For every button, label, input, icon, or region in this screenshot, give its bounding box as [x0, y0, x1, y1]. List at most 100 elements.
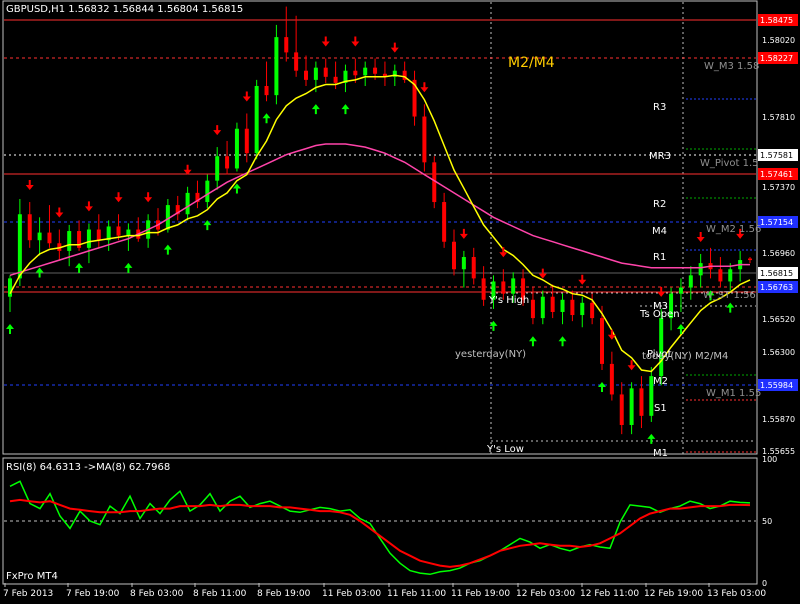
candle-body: [461, 257, 466, 270]
weekly-label-m3: W_M3 1.58: [704, 61, 759, 72]
candle-body: [748, 258, 752, 261]
sell-arrow-icon: [242, 91, 251, 102]
mm-header: M2/M4: [508, 55, 555, 71]
time-tick-label: 11 Feb 03:00: [322, 589, 381, 599]
moving-average-lines: [9, 74, 751, 373]
price-box-label: 1.57461: [760, 170, 793, 179]
price-box-label: 1.58227: [760, 54, 793, 63]
price-box-label: 1.58475: [760, 16, 793, 25]
pivot-lines: [4, 19, 756, 453]
candle-body: [442, 202, 447, 242]
candle-body: [313, 67, 318, 80]
candlestick-series: [8, 6, 752, 435]
candle-body: [254, 85, 259, 154]
price-tick-label: 1.56960: [762, 249, 795, 258]
buy-arrow-icon: [558, 336, 567, 347]
symbol-header: GBPUSD,H1 1.56832 1.56844 1.56804 1.5681…: [6, 4, 243, 15]
time-tick-label: 7 Feb 19:00: [66, 589, 120, 599]
candle-body: [452, 241, 456, 270]
pivot-label-m2: M2: [653, 376, 668, 387]
candle-body: [471, 257, 476, 279]
pivot-label-mr3: MR3: [649, 151, 671, 162]
sell-arrow-icon: [351, 36, 360, 47]
sell-arrow-icon: [114, 192, 123, 203]
weekly-label-st: W_ST 1.56: [703, 290, 756, 301]
candle-body: [353, 70, 358, 76]
candle-body: [333, 76, 338, 83]
candle-body: [580, 302, 585, 316]
price-box-label: 1.55984: [760, 381, 793, 390]
buy-arrow-icon: [528, 336, 537, 347]
sell-arrow-icon: [420, 82, 429, 93]
sell-arrow-icon: [183, 164, 192, 175]
candle-body: [185, 192, 190, 215]
candle-body: [698, 263, 703, 276]
candle-body: [363, 67, 368, 76]
rsi-series: [9, 480, 751, 576]
sell-arrow-icon: [607, 329, 616, 340]
candle-body: [550, 296, 555, 312]
candle-body: [678, 287, 683, 294]
candle-body: [116, 226, 121, 236]
sell-arrow-icon: [578, 274, 587, 285]
pivot-label-s1: S1: [654, 403, 667, 414]
rsi-tick-label: 100: [762, 455, 777, 464]
time-tick-label: 11 Feb 19:00: [451, 589, 510, 599]
candle-body: [688, 275, 693, 288]
sell-arrow-icon: [321, 36, 330, 47]
price-box-label: 1.57581: [760, 151, 793, 160]
weekly-label-m2: W_M2 1.56: [706, 224, 761, 235]
yesterday-ny-label: yesterday(NY): [455, 349, 526, 360]
pivot-label-r1: R1: [653, 252, 666, 263]
broker-label: FxPro MT4: [6, 571, 58, 582]
time-tick-label: 8 Feb 11:00: [193, 589, 247, 599]
weekly-label-pivot: W_Pivot 1.5: [700, 158, 759, 169]
pivot-label-r2: R2: [653, 199, 666, 210]
rsi-tick-label: 0: [762, 579, 767, 588]
candle-body: [27, 214, 32, 241]
price-tick-label: 1.57810: [762, 113, 795, 122]
sell-arrow-icon: [459, 228, 468, 239]
candle-body: [323, 67, 328, 77]
weekly-label-m1: W_M1 1.55: [706, 388, 761, 399]
candle-body: [659, 318, 664, 377]
pivot-label-m4: M4: [652, 226, 667, 237]
candle-body: [225, 156, 230, 169]
candle-body: [619, 394, 624, 425]
rsi-line: [9, 480, 751, 576]
buy-arrow-icon: [262, 113, 271, 124]
price-tick-label: 1.56520: [762, 315, 795, 324]
candle-body: [126, 229, 131, 236]
today-ny-label: today(NY) M2/M4: [642, 351, 728, 362]
price-box-label: 1.57154: [760, 218, 793, 227]
main-chart-frame: [2, 0, 758, 455]
candle-body: [373, 67, 378, 74]
sell-arrow-icon: [390, 42, 399, 53]
time-tick-label: 12 Feb 03:00: [516, 589, 575, 599]
sell-arrow-icon: [696, 231, 705, 242]
candle-body: [205, 180, 210, 203]
chart-window[interactable]: 1.58020 1.57810 1.57370 1.56960 1.56520 1.563…: [0, 0, 800, 600]
yesterday-high-label: Y's High: [488, 295, 529, 306]
buy-arrow-icon: [124, 262, 133, 273]
price-box-label: 1.56763: [760, 283, 793, 292]
time-tick-label: 12 Feb 19:00: [644, 589, 703, 599]
rsi-tick-label: 50: [762, 517, 772, 526]
grid-lines: [4, 2, 756, 522]
candle-body: [264, 85, 269, 96]
candle-body: [629, 388, 634, 425]
candle-body: [67, 231, 72, 251]
buy-arrow-icon: [726, 302, 735, 313]
time-tick-label: 11 Feb 11:00: [387, 589, 446, 599]
candle-body: [540, 296, 545, 319]
buy-arrow-icon: [163, 244, 172, 255]
time-tick-label: 7 Feb 2013: [3, 589, 53, 599]
candle-body: [96, 229, 101, 241]
pivot-label-r3: R3: [653, 102, 666, 113]
buy-arrow-icon: [647, 433, 656, 444]
candle-body: [294, 52, 299, 71]
candle-body: [47, 232, 52, 244]
chart-canvas[interactable]: 1.58020 1.57810 1.57370 1.56960 1.56520 1.563…: [0, 0, 800, 600]
time-tick-label: 13 Feb 03:00: [707, 589, 766, 599]
fast-ema-line: [9, 74, 751, 373]
